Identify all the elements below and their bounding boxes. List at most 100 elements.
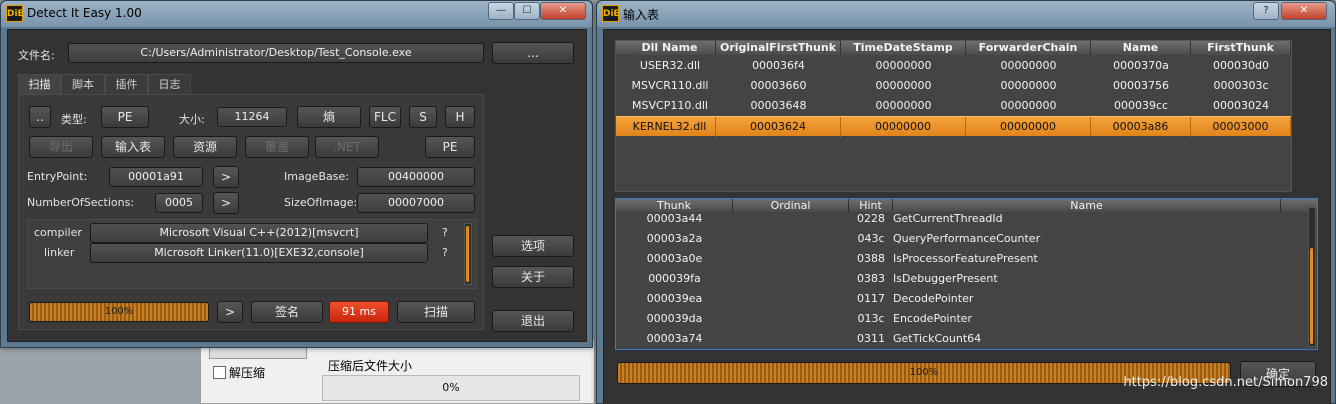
dll-cell: 00000000 xyxy=(1000,99,1057,112)
function-cell: EncodePointer xyxy=(893,312,973,325)
function-cell: 0311 xyxy=(857,332,885,345)
col-first-thunk[interactable]: FirstThunk xyxy=(1191,41,1291,55)
about-button[interactable]: 关于 xyxy=(492,266,574,288)
function-cell: GetCurrentThreadId xyxy=(893,212,1003,225)
exit-button[interactable]: 退出 xyxy=(492,310,574,332)
dll-cell: 00003a86 xyxy=(1091,117,1191,137)
function-cell xyxy=(733,289,849,309)
linker-info-icon[interactable]: ? xyxy=(442,246,448,259)
dll-cell: 000036f4 xyxy=(752,59,805,72)
pe-button[interactable]: PE xyxy=(425,136,475,158)
import-table-window: DiE 输入表 ? ✕ Dll Name OriginalFirstThunk … xyxy=(596,0,1336,404)
linker-value-field[interactable]: Microsoft Linker(11.0)[EXE32,console] xyxy=(90,243,428,263)
file-path-field[interactable]: C:/Users/Administrator/Desktop/Test_Cons… xyxy=(68,43,484,63)
results-scrollbar-thumb[interactable] xyxy=(466,226,470,282)
signature-button[interactable]: 签名 xyxy=(251,301,323,323)
resource-button[interactable]: 资源 xyxy=(173,136,237,158)
function-cell: 043c xyxy=(857,232,885,245)
tab-scan[interactable]: 扫描 xyxy=(18,74,61,94)
number-of-sections-field[interactable]: 0005 xyxy=(155,193,203,213)
col-dll-name[interactable]: Dll Name xyxy=(624,41,716,55)
import-body: Dll Name OriginalFirstThunk TimeDateStam… xyxy=(603,29,1331,404)
size-label: 大小: xyxy=(179,113,205,126)
dll-cell: MSVCP110.dll xyxy=(632,99,708,112)
tab-log[interactable]: 日志 xyxy=(148,74,191,94)
dll-cell: 000030d0 xyxy=(1213,59,1269,72)
import-close-button[interactable]: ✕ xyxy=(1281,2,1327,20)
dll-table-row[interactable]: USER32.dll 000036f4 00000000 00000000 000037… xyxy=(616,56,1291,76)
function-cell xyxy=(733,209,849,229)
imagebase-field[interactable]: 00400000 xyxy=(357,167,475,187)
function-cell: IsProcessorFeaturePresent xyxy=(893,252,1038,265)
scan-panel: .. 类型: PE 大小: 11264 熵 FLC S H 导出 输入表 资源 … xyxy=(18,94,484,330)
import-title-bar[interactable]: DiE 输入表 ? ✕ xyxy=(597,1,1335,27)
s-button[interactable]: S xyxy=(409,106,437,128)
dll-table-row[interactable]: MSVCP110.dll 00003648 00000000 00000000 0000… xyxy=(616,96,1291,116)
function-table-row[interactable]: 000039fa 0383 IsDebuggerPresent xyxy=(616,269,1317,289)
tab-plugins[interactable]: 插件 xyxy=(105,74,148,94)
size-field[interactable]: 11264 xyxy=(217,107,287,127)
function-cell xyxy=(733,269,849,289)
decompress-checkbox[interactable] xyxy=(213,366,226,379)
type-value-button[interactable]: PE xyxy=(101,106,149,128)
col-name[interactable]: Name xyxy=(1091,41,1191,55)
dll-cell: 00000000 xyxy=(875,59,932,72)
die-title: Detect It Easy 1.00 xyxy=(27,6,142,20)
dotdot-button[interactable]: .. xyxy=(29,106,51,128)
die-title-bar[interactable]: DiE Detect It Easy 1.00 — ☐ ✕ xyxy=(1,1,592,27)
die-logo-icon: DiE xyxy=(6,5,24,22)
scan-button[interactable]: 扫描 xyxy=(397,301,475,323)
h-button[interactable]: H xyxy=(445,106,475,128)
function-cell: 0388 xyxy=(857,252,885,265)
entrypoint-go-button[interactable]: > xyxy=(213,166,239,188)
flc-button[interactable]: FLC xyxy=(369,106,401,128)
dll-cell: MSVCR110.dll xyxy=(631,79,709,92)
function-cell: IsDebuggerPresent xyxy=(893,272,998,285)
function-scrollbar-thumb[interactable] xyxy=(1310,248,1314,344)
options-button[interactable]: 选项 xyxy=(492,235,574,257)
die-window: DiE Detect It Easy 1.00 — ☐ ✕ 文件名: C:/Us… xyxy=(0,0,593,348)
progress-next-button[interactable]: > xyxy=(217,301,243,323)
export-button[interactable]: 导出 xyxy=(29,136,93,158)
imagebase-label: ImageBase: xyxy=(284,170,349,183)
overlay-button[interactable]: 覆盖 xyxy=(245,136,309,158)
die-body: 文件名: C:/Users/Administrator/Desktop/Test… xyxy=(7,29,587,342)
import-table-button[interactable]: 输入表 xyxy=(101,136,165,158)
dll-table-row[interactable]: KERNEL32.dll 00003624 00000000 00000000 0000… xyxy=(616,116,1291,137)
dll-table-row[interactable]: MSVCR110.dll 00003660 00000000 00000000 0000… xyxy=(616,76,1291,96)
col-time-date-stamp[interactable]: TimeDateStamp xyxy=(841,41,966,55)
browse-button[interactable]: ... xyxy=(492,42,574,64)
function-table-row[interactable]: 00003a44 0228 GetCurrentThreadId xyxy=(616,209,1317,229)
dll-cell: 00003660 xyxy=(750,79,807,92)
compiler-value-field[interactable]: Microsoft Visual C++(2012)[msvcrt] xyxy=(90,223,428,243)
compiler-info-icon[interactable]: ? xyxy=(442,226,448,239)
function-cell: 0228 xyxy=(857,212,885,225)
entrypoint-field[interactable]: 00001a91 xyxy=(109,167,203,187)
size-of-image-field[interactable]: 00007000 xyxy=(357,193,475,213)
col-original-first-thunk[interactable]: OriginalFirstThunk xyxy=(716,41,841,55)
dll-cell: 00000000 xyxy=(875,99,932,112)
entropy-button[interactable]: 熵 xyxy=(297,106,361,128)
function-table-row[interactable]: 00003a74 0311 GetTickCount64 xyxy=(616,329,1317,349)
sections-go-button[interactable]: > xyxy=(213,192,239,214)
function-cell: 0117 xyxy=(857,292,885,305)
help-button[interactable]: ? xyxy=(1253,2,1279,20)
results-scrollbar[interactable] xyxy=(464,223,472,285)
function-table-row[interactable]: 00003a2a 043c QueryPerformanceCounter xyxy=(616,229,1317,249)
dll-cell: 00003624 xyxy=(716,117,841,137)
function-table-row[interactable]: 000039da 013c EncodePointer xyxy=(616,309,1317,329)
function-table-scrollbar[interactable] xyxy=(1308,207,1316,347)
maximize-button[interactable]: ☐ xyxy=(514,2,540,20)
tab-script[interactable]: 脚本 xyxy=(61,74,105,94)
compiler-label: compiler xyxy=(34,226,82,239)
function-cell: 00003a2a xyxy=(646,232,703,245)
function-cell: 000039ea xyxy=(646,292,703,305)
function-table-row[interactable]: 000039ea 0117 DecodePointer xyxy=(616,289,1317,309)
function-cell: 00003a44 xyxy=(646,212,703,225)
dotnet-button[interactable]: .NET xyxy=(315,136,379,158)
file-name-label: 文件名: xyxy=(18,49,55,62)
function-table-row[interactable]: 00003a0e 0388 IsProcessorFeaturePresent xyxy=(616,249,1317,269)
col-forwarder-chain[interactable]: ForwarderChain xyxy=(966,41,1091,55)
minimize-button[interactable]: — xyxy=(488,2,514,20)
close-button[interactable]: ✕ xyxy=(540,2,586,20)
